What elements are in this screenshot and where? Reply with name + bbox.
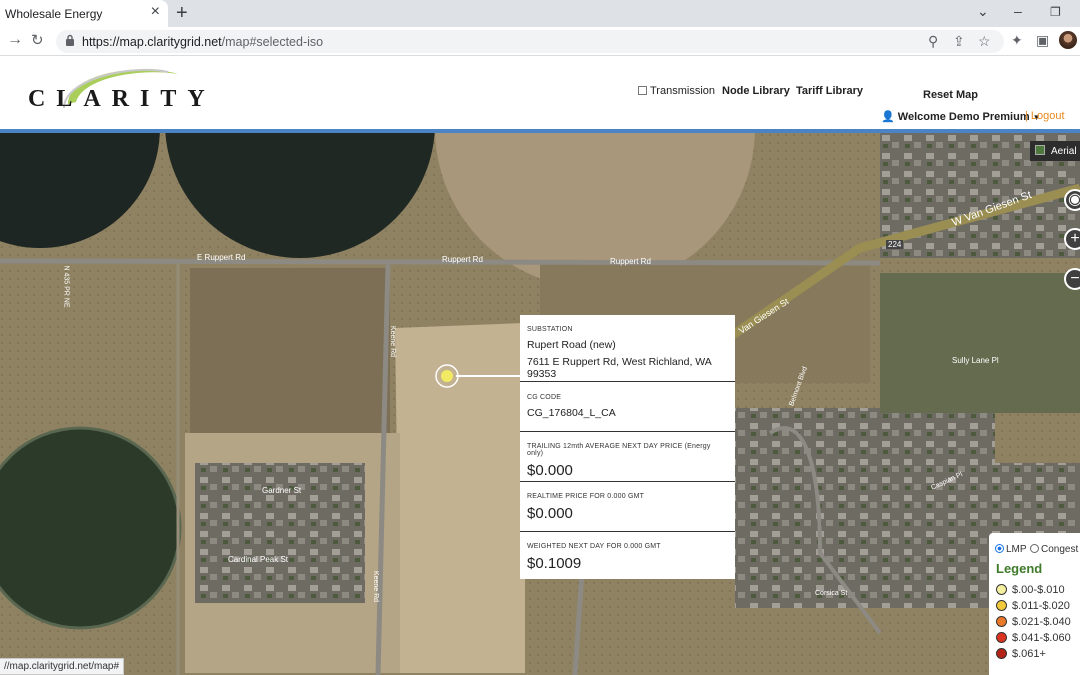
substation-address: 7611 E Ruppert Rd, West Richland, WA 993… xyxy=(527,356,712,380)
new-tab-icon[interactable]: + xyxy=(176,2,188,25)
street-label: Keene Rd xyxy=(372,570,380,603)
browser-tabbar: Wholesale Energy × + ⌄ – ❐ xyxy=(0,0,1080,27)
street-label: Cardinal Peak St xyxy=(228,555,289,564)
street-label: Keene Rd xyxy=(389,325,397,358)
aerial-thumbnail-icon xyxy=(1035,145,1045,155)
trailing-price-value: $0.000 xyxy=(527,462,573,479)
legend-item: $.011-$.020 xyxy=(996,600,1070,612)
weighted-price-value: $0.1009 xyxy=(527,555,582,572)
legend-item: $.021-$.040 xyxy=(996,616,1071,628)
browser-toolbar: → ↻ https://map.claritygrid.net/map#sele… xyxy=(0,27,1080,56)
street-label: Sully Lane Pl xyxy=(952,356,999,365)
user-menu[interactable]: 👤 Welcome Demo Premium ▼ xyxy=(881,110,1041,123)
tariff-library-link[interactable]: Tariff Library xyxy=(796,85,863,97)
street-label: Ruppert Rd xyxy=(610,257,651,266)
zoom-icon[interactable]: ⚲ xyxy=(928,33,938,50)
legend-item: $.061+ xyxy=(996,648,1046,660)
realtime-price-label: REALTIME PRICE FOR 0.000 GMT xyxy=(527,493,645,500)
legend-dot-icon xyxy=(996,616,1007,627)
cg-code-label: CG CODE xyxy=(527,394,562,401)
street-label: Ruppert Rd xyxy=(442,255,483,264)
weighted-price-label: WEIGHTED NEXT DAY FOR 0.000 GMT xyxy=(527,543,661,550)
zoom-in-icon[interactable]: + xyxy=(1064,228,1080,250)
forward-icon[interactable]: → xyxy=(7,31,23,49)
substation-section: SUBSTATION Rupert Road (new) 7611 E Rupp… xyxy=(520,315,735,382)
extensions-icon[interactable]: ✦ xyxy=(1011,32,1023,49)
substation-name: Rupert Road (new) xyxy=(527,339,616,351)
substation-label: SUBSTATION xyxy=(527,326,573,333)
substation-popup: SUBSTATION Rupert Road (new) 7611 E Rupp… xyxy=(520,315,735,579)
congest-option[interactable]: Congest xyxy=(1030,544,1078,555)
street-label: N 435 PR NE xyxy=(62,265,70,308)
logout-link[interactable]: | Logout xyxy=(1025,110,1065,122)
profile-avatar[interactable] xyxy=(1059,31,1077,49)
trailing-price-label: TRAILING 12mth AVERAGE NEXT DAY PRICE (E… xyxy=(527,443,711,457)
tab-title: Wholesale Energy xyxy=(5,7,103,21)
street-label: Gardner St xyxy=(262,486,302,495)
realtime-price-section: REALTIME PRICE FOR 0.000 GMT $0.000 xyxy=(520,482,735,532)
site-header: CLARITY Transmission Node Library Tariff… xyxy=(0,56,1080,130)
bookmark-star-icon[interactable]: ☆ xyxy=(978,33,991,50)
cg-code-value: CG_176804_L_CA xyxy=(527,407,616,419)
browser-tab[interactable]: Wholesale Energy × xyxy=(0,0,168,27)
price-legend: LMP Congest Legend $.00-$.010 $.011-$.02… xyxy=(989,533,1080,675)
cg-code-section: CG CODE CG_176804_L_CA xyxy=(520,382,735,432)
trailing-price-section: TRAILING 12mth AVERAGE NEXT DAY PRICE (E… xyxy=(520,432,735,482)
lmp-radio[interactable] xyxy=(995,544,1004,553)
legend-dot-icon xyxy=(996,648,1007,659)
aerial-toggle[interactable]: Aerial xyxy=(1030,141,1080,161)
reset-map-button[interactable]: Reset Map xyxy=(923,89,978,101)
logo-text: CLARITY xyxy=(28,86,216,112)
lock-icon xyxy=(66,34,74,46)
lmp-option[interactable]: LMP xyxy=(995,544,1027,555)
side-panel-icon[interactable]: ▣ xyxy=(1036,32,1049,49)
url-text: https://map.claritygrid.net/map#selected… xyxy=(82,35,324,49)
legend-item: $.00-$.010 xyxy=(996,584,1065,596)
congest-radio[interactable] xyxy=(1030,544,1039,553)
legend-dot-icon xyxy=(996,600,1007,611)
restore-icon[interactable]: ❐ xyxy=(1050,5,1061,19)
street-label: Corsica St xyxy=(815,590,848,597)
clarity-logo[interactable]: CLARITY xyxy=(28,64,248,116)
transmission-checkbox[interactable] xyxy=(638,86,647,95)
substation-marker[interactable] xyxy=(441,370,453,382)
tab-close-icon[interactable]: × xyxy=(151,4,160,20)
reload-icon[interactable]: ↻ xyxy=(31,31,44,49)
node-library-link[interactable]: Node Library xyxy=(722,85,790,97)
user-icon: 👤 xyxy=(881,111,895,123)
minimize-icon[interactable]: – xyxy=(1014,3,1022,19)
street-label: E Ruppert Rd xyxy=(197,253,246,262)
legend-item: $.041-$.060 xyxy=(996,632,1071,644)
share-icon[interactable]: ⇪ xyxy=(953,33,965,50)
url-bar[interactable]: https://map.claritygrid.net/map#selected… xyxy=(56,30,1004,53)
legend-title: Legend xyxy=(996,561,1043,576)
status-bar-url: //map.claritygrid.net/map# xyxy=(0,658,125,675)
transmission-toggle[interactable]: Transmission xyxy=(638,85,715,97)
tab-search-icon[interactable]: ⌄ xyxy=(977,3,989,20)
realtime-price-value: $0.000 xyxy=(527,505,573,522)
legend-dot-icon xyxy=(996,584,1007,595)
legend-dot-icon xyxy=(996,632,1007,643)
weighted-price-section: WEIGHTED NEXT DAY FOR 0.000 GMT $0.1009 xyxy=(520,532,735,579)
locate-icon[interactable]: ◉ xyxy=(1064,189,1080,211)
highway-shield: 224 xyxy=(886,240,904,249)
zoom-out-icon[interactable]: − xyxy=(1064,268,1080,290)
